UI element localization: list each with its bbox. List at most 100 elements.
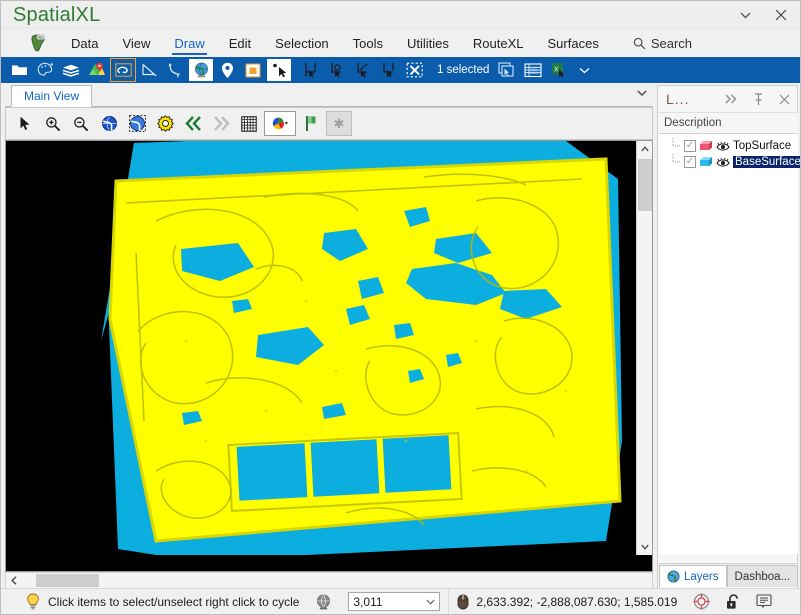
palette-icon bbox=[37, 62, 53, 76]
grid-button[interactable] bbox=[236, 111, 262, 136]
globe-icon bbox=[194, 62, 208, 78]
asterisk-icon: ✱ bbox=[333, 116, 345, 131]
layer-row-topsurface[interactable]: ✓ TopSurface bbox=[659, 138, 798, 154]
layers-stack-button[interactable] bbox=[59, 59, 83, 81]
tree-branch-icon bbox=[671, 138, 681, 154]
open-folder-button[interactable] bbox=[7, 59, 31, 81]
point-select-button[interactable] bbox=[267, 59, 291, 81]
tab-main-view[interactable]: Main View bbox=[11, 85, 93, 107]
scroll-up-button[interactable] bbox=[637, 141, 652, 157]
dock-tab-dashboard[interactable]: Dashboa... bbox=[726, 565, 799, 587]
layer-color-swatch[interactable] bbox=[699, 140, 713, 152]
flag-button[interactable] bbox=[298, 111, 324, 136]
boundary-button[interactable] bbox=[110, 58, 136, 82]
curve-tool-button[interactable]: x bbox=[163, 59, 187, 81]
dock-close-button[interactable] bbox=[771, 87, 797, 111]
menu-label: Utilities bbox=[407, 35, 449, 51]
menu-item-data[interactable]: Data bbox=[59, 30, 110, 56]
table-grid-button[interactable] bbox=[521, 59, 545, 81]
menu-item-routexl[interactable]: RouteXL bbox=[461, 30, 536, 56]
crop-skew-button[interactable] bbox=[377, 59, 401, 81]
map-pin-button[interactable] bbox=[85, 59, 109, 81]
pin-icon bbox=[754, 92, 762, 105]
forward-button[interactable] bbox=[208, 111, 234, 136]
status-bar: Click items to select/unselect right cli… bbox=[1, 588, 800, 615]
eye-icon[interactable] bbox=[716, 140, 730, 153]
copy-window-button[interactable] bbox=[495, 59, 519, 81]
globe-zoom-icon bbox=[101, 116, 117, 131]
menu-label: Tools bbox=[352, 35, 384, 51]
dock-tab-layers[interactable]: Layers bbox=[659, 565, 727, 587]
map-vertical-scrollbar[interactable] bbox=[636, 141, 652, 555]
clear-selection-icon bbox=[406, 62, 423, 78]
map-viewport[interactable]: y x z 90m bbox=[5, 140, 653, 572]
map-vscroll-thumb[interactable] bbox=[638, 159, 652, 211]
globe-icon bbox=[667, 570, 680, 583]
color-picker-button[interactable] bbox=[264, 111, 296, 136]
arrow-select-button[interactable] bbox=[12, 111, 38, 136]
globe-button[interactable] bbox=[189, 59, 213, 81]
status-globe-cell[interactable] bbox=[307, 589, 340, 615]
africa-globe-logo[interactable]: AB bbox=[19, 30, 59, 56]
settings-gear-button[interactable] bbox=[152, 111, 178, 136]
crop-move-button[interactable] bbox=[299, 59, 323, 81]
eye-icon[interactable] bbox=[716, 156, 730, 169]
menu-item-edit[interactable]: Edit bbox=[217, 30, 263, 56]
zoom-out-icon bbox=[74, 116, 89, 131]
ribbon-overflow-button[interactable] bbox=[579, 67, 590, 74]
clear-selection-button[interactable] bbox=[403, 59, 427, 81]
location-marker-button[interactable] bbox=[215, 59, 239, 81]
zoom-out-button[interactable] bbox=[68, 111, 94, 136]
status-coords-cell: 2,633.392; -2,888,087.630; 1,585.019 bbox=[449, 589, 685, 615]
rewind-button[interactable] bbox=[180, 111, 206, 136]
chevron-down-icon bbox=[641, 544, 649, 550]
crop-rotate-button[interactable] bbox=[325, 59, 349, 81]
excel-export-button[interactable]: X bbox=[547, 59, 571, 81]
status-lock-cell[interactable] bbox=[718, 589, 748, 615]
unlock-icon bbox=[727, 593, 739, 609]
note-window-button[interactable] bbox=[241, 59, 265, 81]
layer-color-swatch[interactable] bbox=[699, 156, 713, 168]
location-marker-icon bbox=[221, 62, 233, 78]
map-canvas[interactable]: y x z 90m bbox=[6, 141, 637, 555]
globe-extent-icon bbox=[128, 115, 146, 132]
menu-item-view[interactable]: View bbox=[110, 30, 162, 56]
globe-extent-button[interactable] bbox=[124, 111, 150, 136]
comment-icon bbox=[756, 594, 772, 609]
layer-visibility-checkbox[interactable]: ✓ bbox=[684, 140, 696, 152]
scroll-left-button[interactable] bbox=[6, 573, 22, 588]
map-hscroll-thumb[interactable] bbox=[36, 574, 99, 587]
measure-angle-button[interactable] bbox=[137, 59, 161, 81]
search-box[interactable]: Search bbox=[633, 36, 692, 51]
scroll-down-button[interactable] bbox=[637, 539, 652, 555]
menu-item-tools[interactable]: Tools bbox=[341, 30, 395, 56]
globe-zoom-button[interactable] bbox=[96, 111, 122, 136]
layer-column-header: Description bbox=[659, 113, 798, 134]
layer-visibility-checkbox[interactable]: ✓ bbox=[684, 156, 696, 168]
titlebar-dropdown-button[interactable] bbox=[728, 1, 762, 29]
menu-item-draw[interactable]: Draw bbox=[162, 30, 216, 56]
dock-forward-button[interactable] bbox=[719, 87, 745, 111]
menu-label: Data bbox=[71, 35, 99, 51]
zoom-in-button[interactable] bbox=[40, 111, 66, 136]
status-message-cell[interactable] bbox=[748, 589, 780, 615]
entity-count-combobox[interactable]: 3,011 bbox=[348, 592, 441, 611]
dock-pin-button[interactable] bbox=[745, 87, 771, 111]
status-count-cell[interactable]: 3,011 bbox=[340, 588, 450, 614]
palette-button[interactable] bbox=[33, 59, 57, 81]
menu-item-selection[interactable]: Selection bbox=[263, 30, 340, 56]
tabstrip-overflow-button[interactable] bbox=[637, 90, 647, 96]
crop-scale-button[interactable] bbox=[351, 59, 375, 81]
menu-label: Draw bbox=[174, 35, 205, 51]
grid-icon bbox=[241, 115, 257, 132]
map-horizontal-scrollbar[interactable] bbox=[5, 572, 653, 589]
target-icon bbox=[693, 593, 710, 610]
menu-item-surfaces[interactable]: Surfaces bbox=[536, 30, 611, 56]
status-target-cell[interactable] bbox=[685, 589, 718, 615]
layer-row-basesurface[interactable]: ✓ BaseSurface bbox=[659, 154, 800, 170]
chevron-down-icon bbox=[740, 12, 750, 19]
asterisk-button[interactable]: ✱ bbox=[326, 111, 352, 136]
close-button[interactable] bbox=[764, 1, 798, 29]
layer-list[interactable]: ✓ TopSurface ✓ BaseSurface bbox=[659, 134, 800, 554]
menu-item-utilities[interactable]: Utilities bbox=[395, 30, 461, 56]
